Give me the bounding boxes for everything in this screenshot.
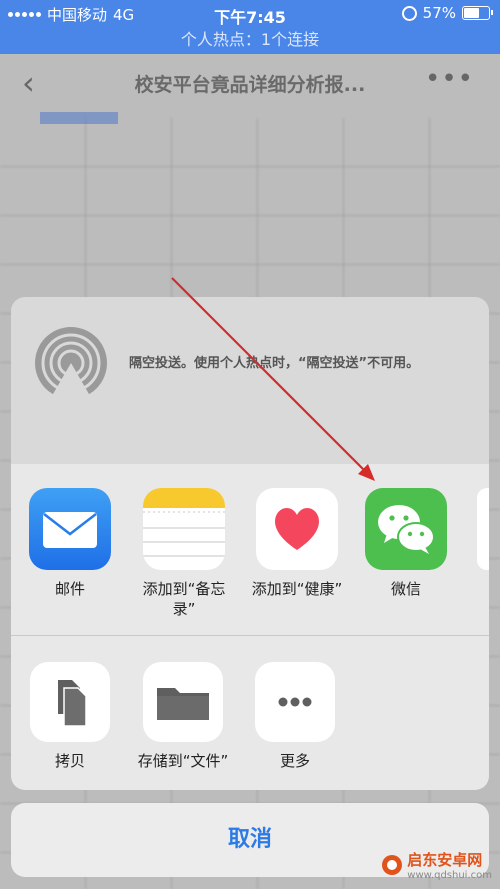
watermark-url: www.qdshui.com	[407, 870, 492, 881]
annotation-arrow	[171, 277, 375, 481]
watermark: 启东安卓网 www.qdshui.com	[381, 849, 492, 881]
watermark-logo-icon	[382, 855, 403, 875]
watermark-name: 启东安卓网	[407, 851, 483, 869]
